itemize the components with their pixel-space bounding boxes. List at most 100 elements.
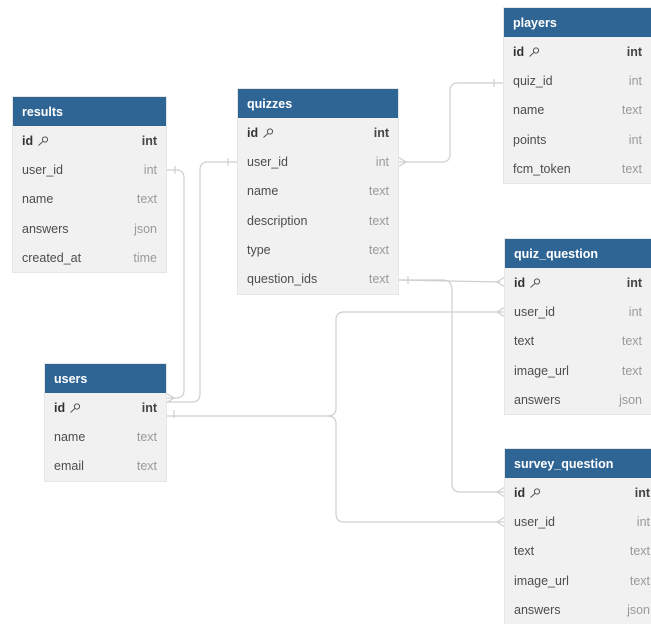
link-users-surveyquestion (327, 415, 505, 523)
field-row: fcm_token text (504, 154, 651, 183)
field-name: answers (514, 392, 561, 407)
field-row: user_id int (505, 507, 651, 536)
table-results[interactable]: results id int user_id int name text answe… (13, 97, 166, 273)
key-icon (263, 128, 274, 139)
field-name: user_id (514, 304, 555, 319)
field-type: text (621, 103, 642, 118)
table-quizzes[interactable]: quizzes id int user_id int name text descr… (238, 89, 398, 294)
table-survey-question[interactable]: survey_question id int user_id int text te… (505, 449, 651, 624)
field-name: name (54, 429, 86, 444)
field-row: quiz_id int (504, 66, 651, 95)
table-header: quiz_question (505, 239, 651, 268)
field-name: id (514, 485, 526, 500)
field-row: name text (13, 185, 166, 214)
link-results-users (166, 169, 185, 399)
field-type: json (134, 221, 157, 236)
field-type: int (141, 133, 157, 148)
field-type: int (141, 400, 157, 415)
field-type: int (628, 304, 642, 319)
field-name: image_url (514, 363, 569, 378)
field-name: name (22, 192, 54, 207)
key-icon (70, 403, 81, 414)
field-name: user_id (22, 162, 63, 177)
field-row: id int (238, 118, 398, 147)
field-name: question_ids (247, 272, 318, 287)
field-type: int (373, 125, 389, 140)
field-name: answers (22, 221, 69, 236)
field-type: int (628, 73, 642, 88)
field-name: description (247, 213, 308, 228)
field-name: id (22, 133, 34, 148)
field-row: description text (238, 206, 398, 235)
field-row: points int (504, 125, 651, 154)
key-icon (530, 278, 541, 289)
field-type: int (634, 485, 650, 500)
field-row: id int (45, 393, 166, 422)
field-row: text text (505, 537, 651, 566)
field-type: int (628, 132, 642, 147)
field-name: points (513, 132, 547, 147)
field-row: question_ids text (238, 264, 398, 293)
field-type: text (629, 544, 650, 559)
table-header: users (45, 364, 166, 393)
field-type: text (368, 242, 389, 257)
field-row: user_id int (238, 147, 398, 176)
field-row: user_id int (13, 155, 166, 184)
table-header: quizzes (238, 89, 398, 118)
field-name: text (514, 544, 535, 559)
field-row: id int (13, 126, 166, 155)
field-type: text (368, 184, 389, 199)
field-type: text (621, 161, 642, 176)
field-type: int (636, 514, 650, 529)
field-row: name text (504, 96, 651, 125)
field-type: text (136, 429, 157, 444)
link-users-quizquestion (166, 311, 505, 417)
field-type: json (619, 392, 642, 407)
field-type: int (375, 154, 389, 169)
field-type: time (133, 250, 157, 265)
link-quizzes-players (398, 82, 504, 163)
field-name: name (247, 184, 279, 199)
field-name: fcm_token (513, 161, 571, 176)
field-row: answers json (505, 385, 651, 414)
key-icon (530, 488, 541, 499)
field-name: created_at (22, 250, 82, 265)
field-name: id (513, 44, 525, 59)
field-type: text (621, 334, 642, 349)
field-name: name (513, 103, 545, 118)
field-row: answers json (13, 214, 166, 243)
field-name: id (514, 275, 526, 290)
field-type: text (368, 213, 389, 228)
table-quiz-question[interactable]: quiz_question id int user_id int text text… (505, 239, 651, 415)
field-row: user_id int (505, 297, 651, 326)
field-row: name text (238, 177, 398, 206)
field-type: int (626, 275, 642, 290)
field-name: id (247, 125, 259, 140)
field-name: text (514, 334, 535, 349)
field-name: image_url (514, 573, 569, 588)
table-header: players (504, 8, 651, 37)
field-name: id (54, 400, 66, 415)
table-header: results (13, 97, 166, 126)
field-row: answers json (505, 595, 651, 624)
link-users-quizzes (166, 161, 238, 403)
field-type: text (136, 459, 157, 474)
field-row: image_url text (505, 356, 651, 385)
key-icon (38, 136, 49, 147)
field-type: text (621, 363, 642, 378)
field-name: answers (514, 602, 561, 617)
table-users[interactable]: users id int name text email text (45, 364, 166, 481)
field-row: type text (238, 235, 398, 264)
table-header: survey_question (505, 449, 651, 478)
field-name: quiz_id (513, 73, 553, 88)
field-type: text (368, 272, 389, 287)
field-row: id int (505, 268, 651, 297)
field-type: json (627, 602, 650, 617)
field-row: created_at time (13, 243, 166, 272)
field-name: type (247, 242, 271, 257)
table-players[interactable]: players id int quiz_id int name text point… (504, 8, 651, 184)
field-row: id int (505, 478, 651, 507)
field-type: int (626, 44, 642, 59)
field-row: id int (504, 37, 651, 66)
field-row: name text (45, 422, 166, 451)
